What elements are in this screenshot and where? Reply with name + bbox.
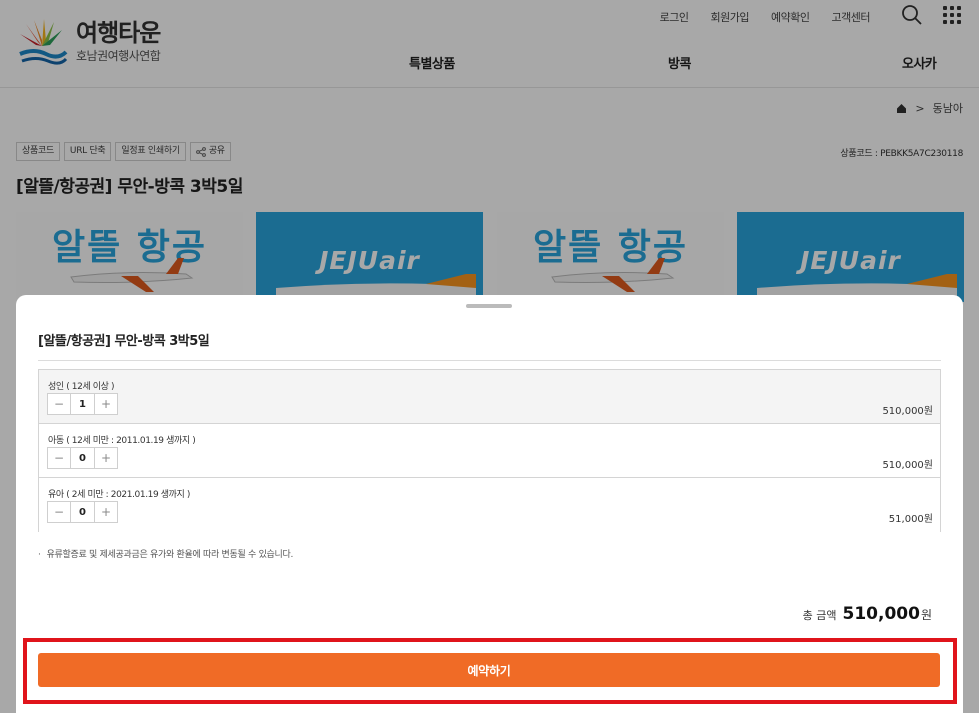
increase-button[interactable]: +	[95, 394, 117, 414]
total-amount: 510,000	[842, 604, 920, 624]
decrease-button[interactable]: −	[48, 448, 70, 468]
option-label: 유아 ( 2세 미만 : 2021.01.19 생까지 )	[48, 490, 190, 500]
divider	[38, 360, 941, 361]
option-row-adult: 성인 ( 12세 이상 ) − 1 + 510,000원	[39, 370, 940, 424]
quantity-value[interactable]: 1	[70, 394, 95, 414]
option-row-infant: 유아 ( 2세 미만 : 2021.01.19 생까지 ) − 0 + 51,0…	[39, 478, 940, 532]
increase-button[interactable]: +	[95, 502, 117, 522]
decrease-button[interactable]: −	[48, 394, 70, 414]
price-notice: · 유류할증료 및 제세공과금은 유가와 환율에 따라 변동될 수 있습니다.	[38, 550, 294, 560]
sheet-title: [알뜰/항공권] 무안-방콕 3박5일	[38, 334, 210, 349]
option-price: 51,000원	[888, 514, 933, 525]
book-button[interactable]: 예약하기	[38, 653, 940, 687]
decrease-button[interactable]: −	[48, 502, 70, 522]
option-row-child: 아동 ( 12세 미만 : 2011.01.19 생까지 ) − 0 + 510…	[39, 424, 940, 478]
option-price: 510,000원	[882, 460, 933, 471]
adult-quantity-stepper: − 1 +	[47, 393, 118, 415]
increase-button[interactable]: +	[95, 448, 117, 468]
sheet-drag-handle[interactable]	[466, 304, 512, 308]
quantity-value[interactable]: 0	[70, 448, 95, 468]
option-label: 아동 ( 12세 미만 : 2011.01.19 생까지 )	[48, 436, 196, 446]
total-label: 총 금액	[802, 609, 837, 622]
infant-quantity-stepper: − 0 +	[47, 501, 118, 523]
quantity-value[interactable]: 0	[70, 502, 95, 522]
total-price: 총 금액 510,000 원	[803, 604, 932, 624]
total-unit: 원	[920, 608, 932, 622]
child-quantity-stepper: − 0 +	[47, 447, 118, 469]
option-label: 성인 ( 12세 이상 )	[48, 382, 115, 392]
passenger-options: 성인 ( 12세 이상 ) − 1 + 510,000원 아동 ( 12세 미만…	[38, 369, 941, 532]
option-price: 510,000원	[882, 406, 933, 417]
